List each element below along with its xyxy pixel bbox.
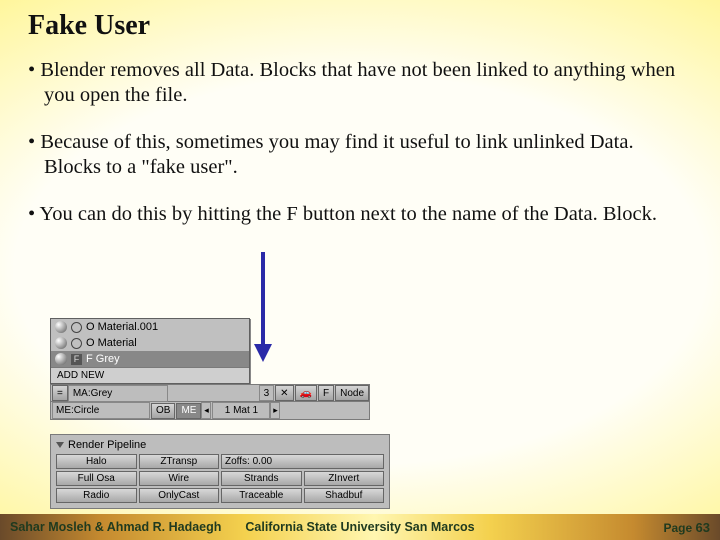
dropdown-item-label: O Material bbox=[86, 337, 137, 349]
x-button[interactable]: ✕ bbox=[275, 385, 293, 401]
bullet-item: You can do this by hitting the F button … bbox=[28, 202, 692, 227]
render-opt-button[interactable]: Wire bbox=[139, 471, 220, 486]
render-opt-button[interactable]: ZInvert bbox=[304, 471, 385, 486]
fakeuser-f-button[interactable]: F bbox=[318, 385, 334, 401]
users-count[interactable]: 3 bbox=[259, 385, 275, 401]
datablock-o-icon bbox=[71, 322, 82, 333]
footer-page: Page 63 bbox=[664, 520, 711, 535]
render-opt-button[interactable]: Shadbuf bbox=[304, 488, 385, 503]
render-opt-button[interactable]: Traceable bbox=[221, 488, 302, 503]
collapse-icon bbox=[56, 442, 64, 448]
footer-university: California State University San Marcos bbox=[245, 520, 474, 534]
render-opt-button[interactable]: Strands bbox=[221, 471, 302, 486]
mat-index-field[interactable]: 1 Mat 1 bbox=[212, 402, 270, 419]
mesh-bar: ME:Circle OB ME ◂ 1 Mat 1 ▸ bbox=[50, 402, 370, 420]
render-opt-button[interactable]: Halo bbox=[56, 454, 137, 469]
slide-footer: Sahar Mosleh & Ahmad R. Hadaegh Californ… bbox=[0, 514, 720, 540]
render-opt-button[interactable]: Radio bbox=[56, 488, 137, 503]
footer-authors: Sahar Mosleh & Ahmad R. Hadaegh bbox=[10, 520, 221, 534]
dropdown-item[interactable]: O Material bbox=[51, 335, 249, 351]
dropdown-item-label: F Grey bbox=[86, 353, 120, 365]
render-opt-button[interactable]: ZTransp bbox=[139, 454, 220, 469]
nodes-button[interactable]: Node bbox=[335, 385, 369, 401]
dropdown-item-label: O Material.001 bbox=[86, 321, 158, 333]
render-opt-button[interactable]: OnlyCast bbox=[139, 488, 220, 503]
render-pipeline-panel: Render Pipeline Halo ZTransp Zoffs: 0.00… bbox=[50, 434, 390, 509]
material-sphere-icon bbox=[55, 353, 67, 365]
render-opt-button[interactable]: Full Osa bbox=[56, 471, 137, 486]
datablock-o-icon bbox=[71, 338, 82, 349]
dropdown-add-new[interactable]: ADD NEW bbox=[51, 367, 249, 383]
me-button-active[interactable]: ME bbox=[176, 403, 201, 419]
car-icon[interactable]: 🚗 bbox=[295, 385, 317, 401]
blender-ui-screenshot: O Material.001 O Material F F Grey ADD N… bbox=[50, 318, 410, 509]
panel-title[interactable]: Render Pipeline bbox=[56, 439, 384, 451]
slide-title: Fake User bbox=[28, 10, 692, 42]
prev-button[interactable]: ◂ bbox=[201, 402, 211, 419]
bullet-list: Blender removes all Data. Blocks that ha… bbox=[28, 58, 692, 227]
render-opt-value[interactable]: Zoffs: 0.00 bbox=[221, 454, 384, 469]
material-sphere-icon bbox=[55, 337, 67, 349]
mesh-name-field[interactable]: ME:Circle bbox=[52, 402, 150, 419]
material-name-field[interactable]: MA:Grey bbox=[68, 385, 168, 402]
material-sphere-icon bbox=[55, 321, 67, 333]
bullet-item: Blender removes all Data. Blocks that ha… bbox=[28, 58, 692, 108]
dropdown-item[interactable]: O Material.001 bbox=[51, 319, 249, 335]
ob-button[interactable]: OB bbox=[151, 403, 175, 419]
material-dropdown[interactable]: O Material.001 O Material F F Grey ADD N… bbox=[50, 318, 250, 384]
fakeuser-f-icon: F bbox=[71, 354, 82, 365]
updown-button[interactable]: = bbox=[52, 385, 68, 401]
dropdown-item-selected[interactable]: F F Grey bbox=[51, 351, 249, 367]
material-bar: = MA:Grey 3 ✕ 🚗 F Node bbox=[50, 384, 370, 402]
next-button[interactable]: ▸ bbox=[270, 402, 280, 419]
bullet-item: Because of this, sometimes you may find … bbox=[28, 130, 692, 180]
